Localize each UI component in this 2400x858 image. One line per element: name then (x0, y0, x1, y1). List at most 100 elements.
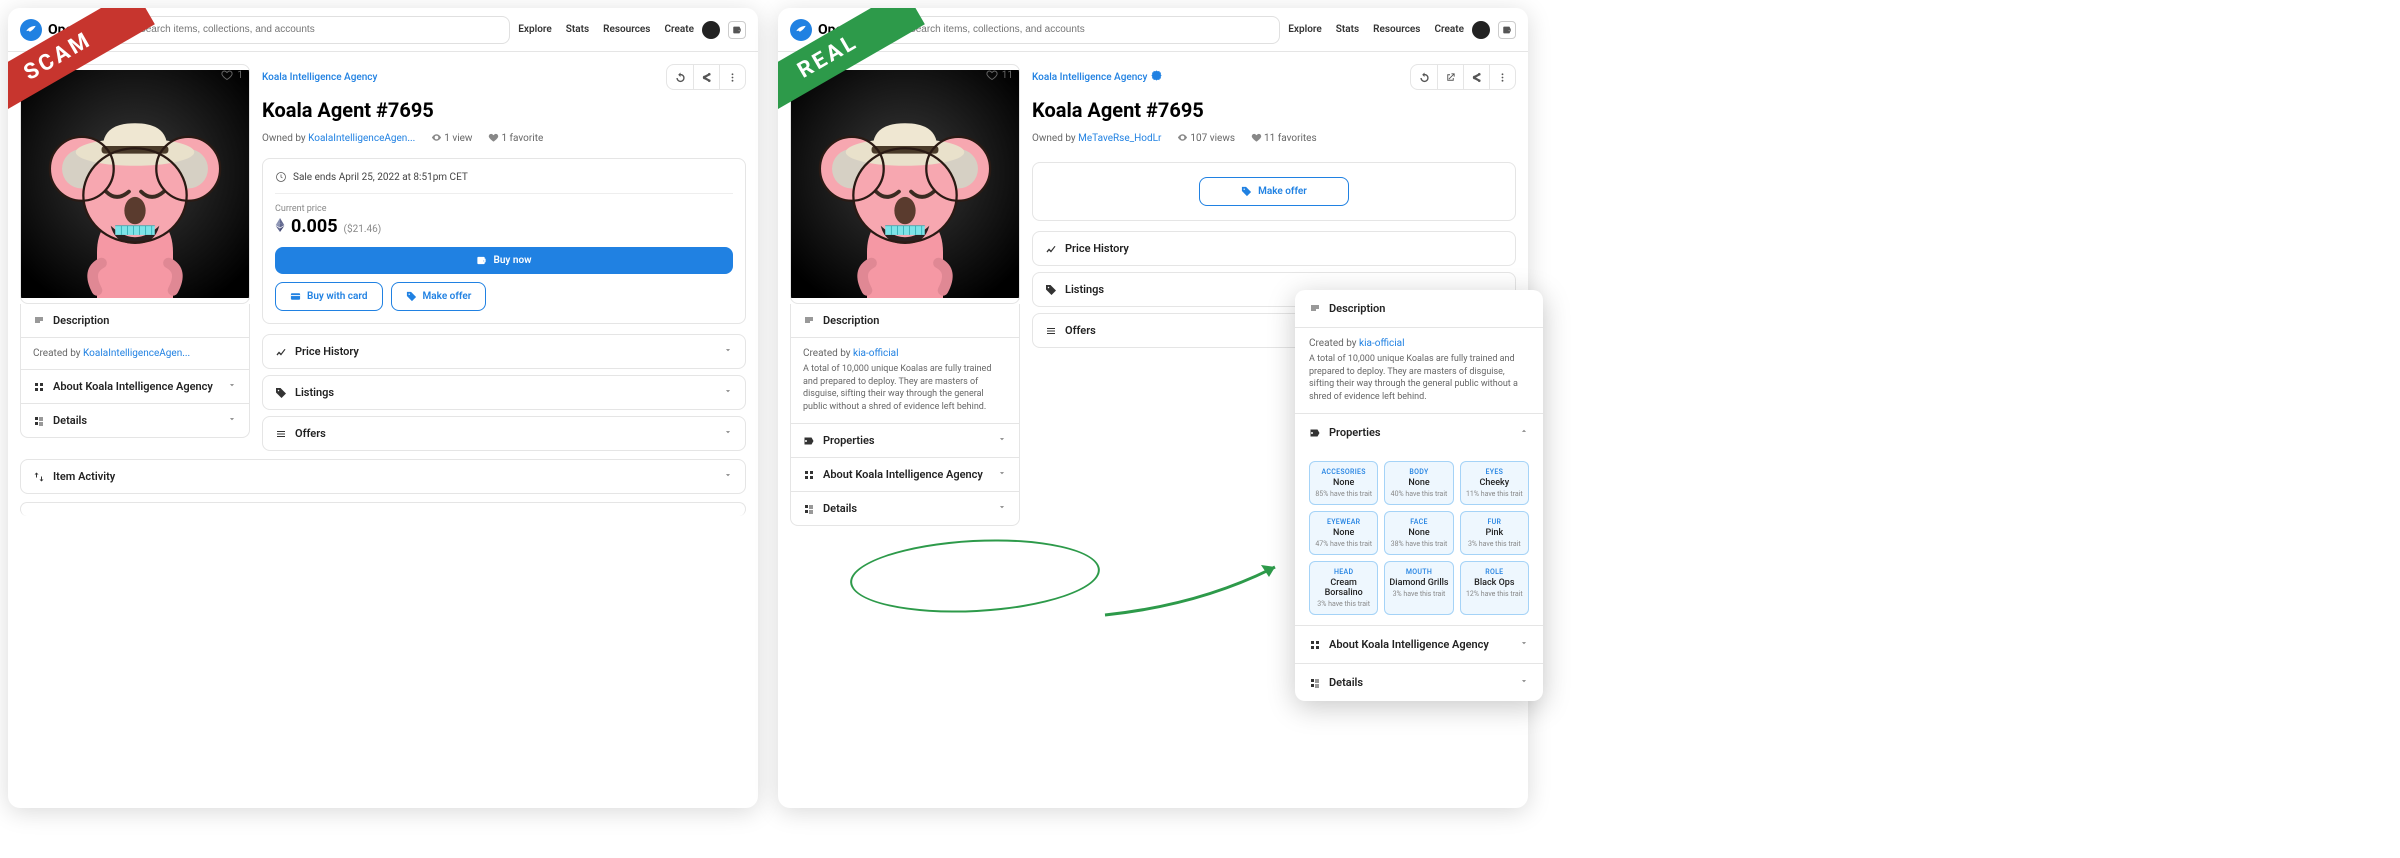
property-card[interactable]: ACCESORIESNone85% have this trait (1309, 461, 1378, 505)
nav-create[interactable]: Create (1434, 24, 1464, 35)
koala-art (21, 65, 249, 303)
buy-now-button[interactable]: Buy now (275, 247, 733, 274)
property-rarity: 40% have this trait (1389, 490, 1448, 498)
property-value: None (1314, 478, 1373, 488)
more-icon[interactable] (1489, 65, 1515, 89)
properties-popup: Description Created by kia-official A to… (1295, 290, 1543, 701)
chevron-down-icon (227, 380, 237, 390)
nav-resources[interactable]: Resources (603, 24, 650, 35)
chart-icon (275, 346, 287, 358)
collection-link[interactable]: Koala Intelligence Agency (262, 72, 377, 83)
property-value: None (1314, 528, 1373, 538)
wallet-icon[interactable] (1498, 21, 1516, 39)
price-usd: ($21.46) (344, 224, 382, 235)
popup-section-details[interactable]: Details (1295, 663, 1543, 701)
popup-description-body: Created by kia-official A total of 10,00… (1295, 327, 1543, 413)
heart-icon (1251, 132, 1262, 143)
property-card[interactable]: FURPink3% have this trait (1460, 511, 1529, 555)
nav-explore[interactable]: Explore (518, 24, 551, 35)
koala-art (791, 65, 1019, 303)
property-type: ROLE (1465, 568, 1524, 576)
popup-section-about[interactable]: About Koala Intelligence Agency (1295, 625, 1543, 663)
property-value: None (1389, 528, 1448, 538)
search-input[interactable] (139, 24, 501, 35)
section-offers[interactable]: Offers (263, 417, 745, 450)
property-value: Pink (1465, 528, 1524, 538)
section-properties[interactable]: Properties (791, 423, 1019, 457)
make-offer-button[interactable]: Make offer (391, 282, 487, 311)
property-card[interactable]: MOUTHDiamond Grills3% have this trait (1384, 561, 1453, 615)
property-card[interactable]: EYESCheeky11% have this trait (1460, 461, 1529, 505)
property-card[interactable]: FACENone38% have this trait (1384, 511, 1453, 555)
property-type: HEAD (1314, 568, 1373, 576)
property-card[interactable]: EYEWEARNone47% have this trait (1309, 511, 1378, 555)
user-avatar[interactable] (1472, 21, 1490, 39)
property-rarity: 3% have this trait (1389, 590, 1448, 598)
nav-links: Explore Stats Resources Create (1288, 24, 1464, 35)
chevron-down-icon (723, 386, 733, 396)
property-rarity: 85% have this trait (1314, 490, 1373, 498)
description-icon (1309, 303, 1321, 315)
buy-with-card-button[interactable]: Buy with card (275, 282, 383, 311)
property-card[interactable]: HEADCream Borsalino3% have this trait (1309, 561, 1378, 615)
chevron-down-icon (1519, 676, 1529, 686)
nft-image[interactable]: 11 (790, 64, 1020, 304)
search-input[interactable] (909, 24, 1271, 35)
user-avatar[interactable] (702, 21, 720, 39)
section-item-activity[interactable]: Item Activity (21, 460, 745, 493)
make-offer-button[interactable]: Make offer (1199, 177, 1349, 206)
refresh-icon[interactable] (1411, 65, 1437, 89)
description-icon (33, 315, 45, 327)
nav-create[interactable]: Create (664, 24, 694, 35)
collection-link[interactable]: Koala Intelligence Agency (1032, 72, 1147, 83)
section-listings[interactable]: Listings (263, 376, 745, 409)
property-card[interactable]: ROLEBlack Ops12% have this trait (1460, 561, 1529, 615)
more-icon[interactable] (719, 65, 745, 89)
share-icon[interactable] (1463, 65, 1489, 89)
section-description[interactable]: Description (21, 304, 249, 337)
section-about[interactable]: About Koala Intelligence Agency (21, 369, 249, 403)
wallet-icon[interactable] (728, 21, 746, 39)
popup-section-description[interactable]: Description (1295, 290, 1543, 327)
heart-icon[interactable] (986, 69, 998, 81)
verified-badge-icon (1151, 70, 1162, 84)
search-box[interactable] (883, 16, 1281, 44)
owner-link[interactable]: KoalaIntelligenceAgen... (308, 133, 415, 144)
description-body: Created by KoalaIntelligenceAgen... (21, 337, 249, 369)
heart-icon[interactable] (221, 69, 233, 81)
popup-section-properties[interactable]: Properties (1295, 413, 1543, 451)
external-link-icon[interactable] (1437, 65, 1463, 89)
card-icon (290, 291, 301, 302)
property-card[interactable]: BODYNone40% have this trait (1384, 461, 1453, 505)
property-value: Cheeky (1465, 478, 1524, 488)
current-price-label: Current price (275, 204, 733, 214)
about-icon (803, 469, 815, 481)
section-description[interactable]: Description (791, 304, 1019, 337)
property-type: EYES (1465, 468, 1524, 476)
nav-stats[interactable]: Stats (566, 24, 589, 35)
creator-link[interactable]: kia-official (1359, 338, 1404, 349)
chevron-up-icon (1519, 426, 1529, 436)
details-icon (803, 503, 815, 515)
nav-resources[interactable]: Resources (1373, 24, 1420, 35)
creator-link[interactable]: kia-official (853, 348, 898, 359)
section-about[interactable]: About Koala Intelligence Agency (791, 457, 1019, 491)
search-box[interactable] (113, 16, 511, 44)
owner-link[interactable]: MeTaveRse_HodLr (1078, 133, 1161, 144)
chevron-down-icon (723, 470, 733, 480)
refresh-icon[interactable] (667, 65, 693, 89)
nft-image[interactable]: 1 (20, 64, 250, 304)
property-type: EYEWEAR (1314, 518, 1373, 526)
about-icon (1309, 639, 1321, 651)
section-details[interactable]: Details (21, 403, 249, 437)
share-icon[interactable] (693, 65, 719, 89)
section-price-history[interactable]: Price History (263, 335, 745, 368)
creator-link[interactable]: KoalaIntelligenceAgen... (83, 348, 190, 359)
property-type: MOUTH (1389, 568, 1448, 576)
section-details[interactable]: Details (791, 491, 1019, 525)
nav-explore[interactable]: Explore (1288, 24, 1321, 35)
chevron-down-icon (227, 414, 237, 424)
section-price-history[interactable]: Price History (1033, 232, 1515, 265)
wallet-icon (476, 255, 487, 266)
nav-stats[interactable]: Stats (1336, 24, 1359, 35)
